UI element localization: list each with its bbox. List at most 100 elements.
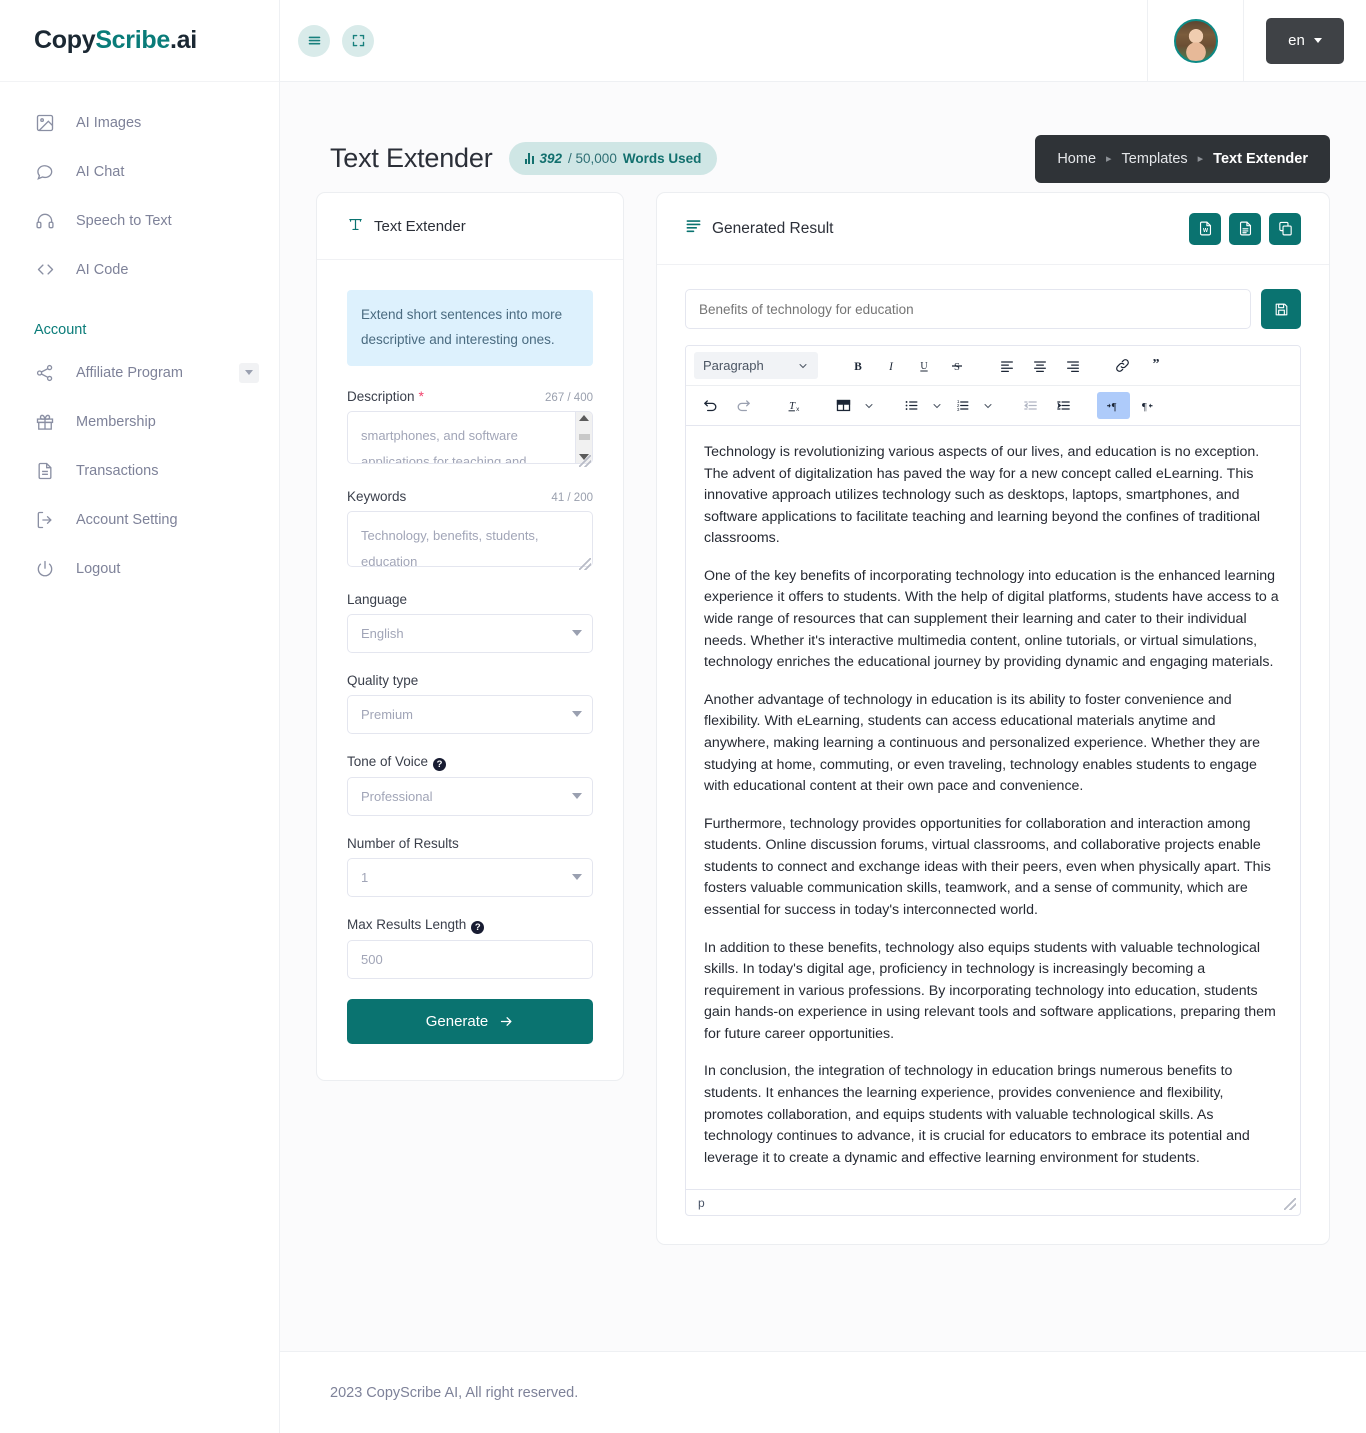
page-title: Text Extender	[330, 143, 493, 173]
bullet-list-button[interactable]	[895, 392, 928, 419]
link-button[interactable]	[1106, 352, 1139, 379]
export-document-button[interactable]	[1229, 212, 1261, 245]
indent-button[interactable]	[1047, 392, 1080, 419]
generate-button[interactable]: Generate	[347, 998, 593, 1044]
result-paragraph: Technology is revolutionizing various as…	[704, 444, 1261, 547]
number-of-results-select[interactable]: 1	[347, 857, 593, 897]
gift-icon	[34, 411, 56, 433]
sidebar-item-ai-images[interactable]: AI Images	[0, 98, 279, 147]
resize-handle[interactable]	[579, 454, 591, 467]
result-panel-title: Generated Result	[712, 219, 834, 237]
brand-part-2: Scribe	[95, 26, 170, 54]
numbered-list-button[interactable]: 123	[946, 392, 979, 419]
bullet-list-options-caret[interactable]	[928, 392, 946, 419]
sidebar-item-affiliate-program[interactable]: Affiliate Program	[0, 348, 279, 397]
sidebar-nav: AI Images AI Chat Speech to Text AI Code	[0, 82, 279, 593]
breadcrumb-separator: ▸	[1197, 153, 1204, 165]
svg-text:U: U	[920, 361, 928, 372]
numbered-list-options-caret[interactable]	[979, 392, 997, 419]
language-field: Language English	[347, 592, 593, 653]
keywords-label-row: Keywords 41 / 200	[347, 489, 593, 504]
undo-button[interactable]	[694, 392, 727, 419]
sidebar-item-membership[interactable]: Membership	[0, 397, 279, 446]
words-used-count: 392	[539, 151, 563, 166]
result-panel-title-wrap: Generated Result	[685, 219, 834, 239]
result-paragraph: In conclusion, the integration of techno…	[704, 1063, 1250, 1166]
keywords-counter: 41 / 200	[551, 491, 593, 504]
keywords-field: Keywords 41 / 200	[347, 489, 593, 572]
editor-element-path[interactable]: p	[698, 1196, 705, 1210]
result-title-input[interactable]	[685, 289, 1251, 329]
headphones-icon	[34, 210, 56, 232]
save-result-button[interactable]	[1261, 289, 1301, 329]
max-results-length-input[interactable]	[347, 939, 593, 979]
scroll-thumb[interactable]	[578, 434, 590, 441]
sidebar-item-label: AI Code	[76, 261, 129, 278]
breadcrumb-current: Text Extender	[1213, 150, 1308, 167]
help-icon[interactable]: ?	[471, 920, 485, 934]
outdent-button[interactable]	[1014, 392, 1047, 419]
sidebar-item-label: Account Setting	[76, 511, 178, 528]
brand-logo[interactable]: Copy Scribe .ai	[0, 0, 279, 82]
align-center-button[interactable]	[1023, 352, 1056, 379]
bold-button[interactable]: B	[841, 352, 874, 379]
blockquote-button[interactable]: ”	[1139, 352, 1172, 379]
svg-text:I: I	[888, 361, 894, 373]
rtl-direction-button[interactable]: ¶	[1130, 392, 1163, 419]
language-select[interactable]: English	[347, 613, 593, 653]
list-lines-icon	[685, 219, 702, 239]
description-input[interactable]	[347, 410, 593, 464]
quality-type-label: Quality type	[347, 672, 419, 688]
hamburger-icon[interactable]	[298, 24, 330, 57]
words-used-total: / 50,000	[568, 151, 617, 166]
copy-button[interactable]	[1269, 212, 1301, 245]
export-word-button[interactable]: W	[1189, 212, 1221, 245]
quality-type-select[interactable]: Premium	[347, 694, 593, 734]
svg-text:S: S	[954, 362, 960, 373]
resize-handle[interactable]	[1284, 1198, 1296, 1211]
breadcrumb-home[interactable]: Home	[1057, 151, 1096, 167]
tone-of-voice-label-row: Tone of Voice ?	[347, 754, 593, 771]
keywords-input-wrap	[347, 510, 593, 572]
align-right-button[interactable]	[1056, 352, 1089, 379]
tone-of-voice-select[interactable]: Professional	[347, 776, 593, 816]
result-title-row	[685, 289, 1301, 329]
format-select[interactable]: Paragraph	[694, 352, 818, 379]
expand-icon[interactable]	[342, 24, 374, 57]
result-paragraph: In addition to these benefits, technolog…	[704, 939, 1276, 1042]
max-results-length-field: Max Results Length ?	[347, 917, 593, 979]
chevron-down-icon[interactable]	[239, 362, 259, 383]
svg-text:¶: ¶	[1142, 402, 1147, 413]
resize-handle[interactable]	[579, 557, 591, 570]
image-icon	[34, 112, 56, 134]
sidebar-item-ai-code[interactable]: AI Code	[0, 245, 279, 294]
keywords-input[interactable]	[347, 510, 593, 567]
strikethrough-button[interactable]: S	[940, 352, 973, 379]
max-results-length-label: Max Results Length	[347, 916, 467, 932]
sidebar-item-account-setting[interactable]: Account Setting	[0, 495, 279, 544]
scroll-up-arrow[interactable]	[579, 414, 589, 421]
svg-text:”: ”	[1152, 358, 1159, 372]
floppy-disk-icon	[1275, 303, 1287, 315]
table-options-caret[interactable]	[860, 392, 878, 419]
user-avatar-button[interactable]	[1147, 0, 1244, 82]
sidebar-item-label: Transactions	[76, 462, 159, 479]
svg-text:B: B	[854, 361, 862, 373]
editor-content-area[interactable]: Technology is revolutionizing various as…	[686, 426, 1300, 1190]
ltr-direction-button[interactable]: ¶	[1097, 392, 1130, 419]
breadcrumb-templates[interactable]: Templates	[1122, 151, 1188, 167]
sidebar-item-speech-to-text[interactable]: Speech to Text	[0, 196, 279, 245]
sidebar-item-ai-chat[interactable]: AI Chat	[0, 147, 279, 196]
clear-formatting-button[interactable]: Tx	[777, 392, 810, 419]
sidebar-item-logout[interactable]: Logout	[0, 544, 279, 593]
help-icon[interactable]: ?	[433, 757, 447, 771]
chevron-down-icon	[865, 403, 873, 408]
align-left-button[interactable]	[990, 352, 1023, 379]
result-paragraph: One of the key benefits of incorporating…	[704, 567, 1279, 671]
sidebar-item-transactions[interactable]: Transactions	[0, 446, 279, 495]
language-selector[interactable]: en	[1266, 17, 1344, 64]
underline-button[interactable]: U	[907, 352, 940, 379]
redo-button[interactable]	[727, 392, 760, 419]
italic-button[interactable]: I	[874, 352, 907, 379]
table-button[interactable]	[827, 392, 860, 419]
